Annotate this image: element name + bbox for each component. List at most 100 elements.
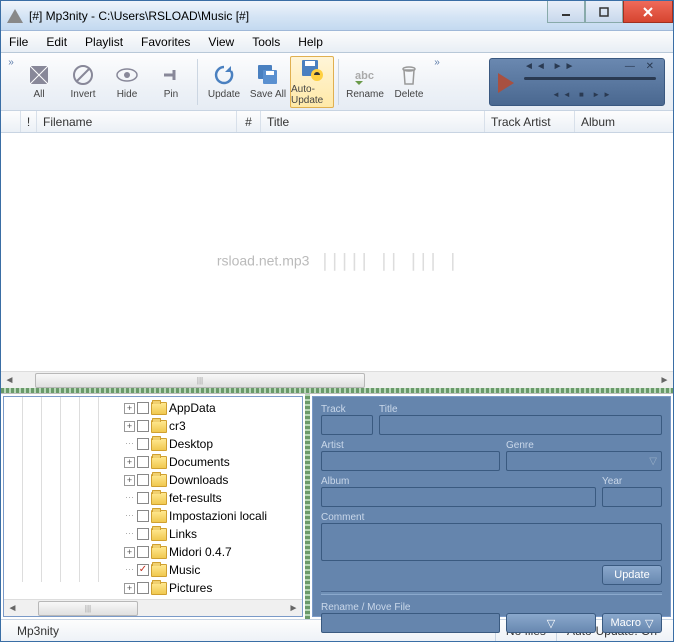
scroll-left-icon[interactable]: ◄ [4,600,21,617]
col-album[interactable]: Album [575,111,673,132]
tree-leaf-icon[interactable]: ⋯ [124,511,135,522]
tree-checkbox[interactable] [137,564,149,576]
player-transport-icons[interactable]: ◄◄ ■ ►► [552,90,614,99]
pin-icon [159,63,183,87]
minimize-button[interactable] [547,1,585,23]
folder-icon [151,402,167,415]
year-input[interactable] [602,487,662,507]
folder-icon [151,420,167,433]
scroll-right-icon[interactable]: ► [285,600,302,617]
player-progress[interactable] [524,77,656,80]
expand-icon[interactable]: + [124,583,135,594]
properties-panel: Track Title Artist Genre Album Year Comm… [312,396,671,617]
all-button[interactable]: All [17,56,61,108]
pin-button[interactable]: Pin [149,56,193,108]
title-input[interactable] [379,415,662,435]
toolbar-chevron-left-icon[interactable]: » [5,57,17,68]
tree-checkbox[interactable] [137,528,149,540]
mini-player[interactable]: ◄◄ ►► — ✕ ◄◄ ■ ►► [489,58,665,106]
expand-icon[interactable]: + [124,457,135,468]
col-number[interactable]: # [237,111,261,132]
update-button[interactable]: Update [202,56,246,108]
col-blank[interactable] [1,111,21,132]
tree-item-label: fet-results [169,491,222,505]
menu-file[interactable]: File [9,35,28,49]
menu-view[interactable]: View [208,35,234,49]
watermark: rsload.net.mp3 ||||| || ||| | [217,250,457,271]
col-artist[interactable]: Track Artist [485,111,575,132]
genre-combo[interactable] [506,451,662,471]
rename-dropdown-button[interactable]: ▽ [506,613,596,633]
tree-checkbox[interactable] [137,510,149,522]
scroll-right-icon[interactable]: ► [656,372,673,389]
maximize-button[interactable] [585,1,623,23]
svg-text:abc: abc [355,70,374,82]
tree-checkbox[interactable] [137,438,149,450]
artist-input[interactable] [321,451,500,471]
save-all-button[interactable]: Save All [246,56,290,108]
scroll-thumb[interactable]: ||| [35,373,365,388]
menu-playlist[interactable]: Playlist [85,35,123,49]
year-label: Year [602,476,622,487]
menu-help[interactable]: Help [298,35,323,49]
window-title: [#] Mp3nity - C:\Users\RSLOAD\Music [#] [29,9,547,23]
rename-input[interactable] [321,613,500,633]
album-label: Album [321,476,349,487]
player-window-icons[interactable]: — ✕ [625,61,658,72]
tree-checkbox[interactable] [137,456,149,468]
col-bang[interactable]: ! [21,111,37,132]
tree-leaf-icon[interactable]: ⋯ [124,565,135,576]
tree-checkbox[interactable] [137,582,149,594]
tree-checkbox[interactable] [137,492,149,504]
tree-checkbox[interactable] [137,474,149,486]
player-prev-next-icons[interactable]: ◄◄ ►► [524,61,576,72]
expand-icon[interactable]: + [124,403,135,414]
file-list[interactable]: rsload.net.mp3 ||||| || ||| | ◄ ||| ► [1,133,673,388]
folder-tree[interactable]: +AppData+cr3⋯Desktop+Documents+Downloads… [4,397,302,599]
vertical-splitter[interactable] [305,394,310,619]
tree-leaf-icon[interactable]: ⋯ [124,439,135,450]
scroll-left-icon[interactable]: ◄ [1,372,18,389]
menu-favorites[interactable]: Favorites [141,35,190,49]
titlebar[interactable]: [#] Mp3nity - C:\Users\RSLOAD\Music [#] [1,1,673,31]
tree-checkbox[interactable] [137,420,149,432]
col-title[interactable]: Title [261,111,485,132]
track-input[interactable] [321,415,373,435]
comment-textarea[interactable] [321,523,662,561]
menu-tools[interactable]: Tools [252,35,280,49]
album-input[interactable] [321,487,596,507]
toolbar-chevron-right-icon[interactable]: » [431,57,443,68]
expand-icon[interactable]: + [124,547,135,558]
rename-button[interactable]: abcRename [343,56,387,108]
update-tags-button[interactable]: Update [602,565,662,585]
tree-checkbox[interactable] [137,546,149,558]
panel-divider [321,591,662,595]
play-icon[interactable] [498,73,514,93]
expand-icon[interactable]: + [124,475,135,486]
macro-button[interactable]: Macro ▽ [602,613,662,633]
expand-icon[interactable]: + [124,421,135,432]
track-label: Track [321,404,346,415]
folder-icon [151,582,167,595]
tree-checkbox[interactable] [137,402,149,414]
title-label: Title [379,404,398,415]
invert-button[interactable]: Invert [61,56,105,108]
tree-item-label: Links [169,527,197,541]
col-filename[interactable]: Filename [37,111,237,132]
artist-label: Artist [321,440,344,451]
tree-item-label: cr3 [169,419,186,433]
close-button[interactable] [623,1,673,23]
bottom-panels: +AppData+cr3⋯Desktop+Documents+Downloads… [1,393,673,619]
tree-leaf-icon[interactable]: ⋯ [124,529,135,540]
hide-button[interactable]: Hide [105,56,149,108]
menu-edit[interactable]: Edit [46,35,67,49]
tree-leaf-icon[interactable]: ⋯ [124,493,135,504]
tree-hscrollbar[interactable]: ◄ ||| ► [4,599,302,616]
delete-button[interactable]: Delete [387,56,431,108]
tree-item-label: AppData [169,401,216,415]
rename-icon: abc [353,63,377,87]
scroll-thumb[interactable]: ||| [38,601,138,616]
list-hscrollbar[interactable]: ◄ ||| ► [1,371,673,388]
auto-update-button[interactable]: Auto-Update [290,56,334,108]
auto-update-icon [300,58,324,82]
